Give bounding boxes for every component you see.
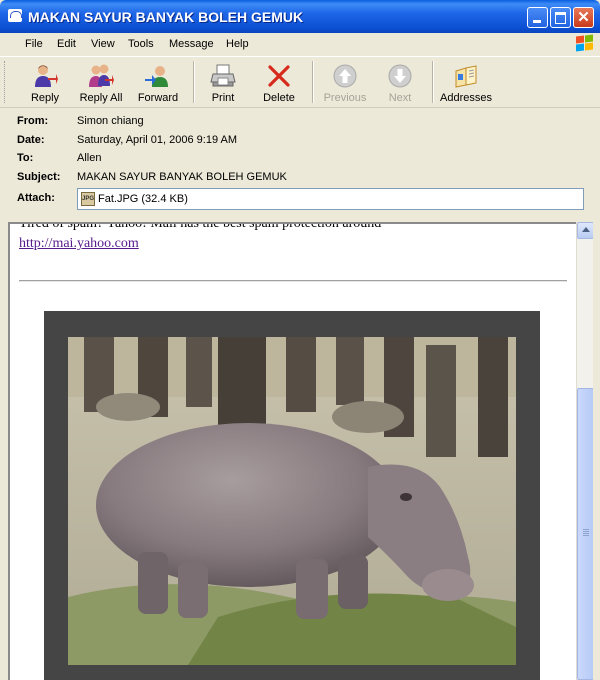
maximize-button[interactable] (550, 7, 571, 28)
addresses-button[interactable]: Addresses (438, 61, 494, 105)
menu-message[interactable]: Message (169, 38, 214, 50)
attachment-name: Fat.JPG (32.4 KB) (98, 193, 188, 205)
menu-view[interactable]: View (91, 38, 115, 50)
toolbar-separator (193, 61, 195, 103)
yahoo-link[interactable]: http://mai.yahoo.com (19, 236, 139, 252)
print-label: Print (211, 92, 235, 104)
up-arrow-icon (333, 64, 357, 88)
subject-label: Subject: (17, 171, 61, 183)
attachment-field: JPG Fat.JPG (32.4 KB) (77, 188, 584, 210)
close-button[interactable]: ✕ (573, 7, 594, 28)
delete-label: Delete (263, 92, 295, 104)
down-arrow-icon (388, 64, 412, 88)
forward-label: Forward (137, 92, 179, 104)
menu-edit[interactable]: Edit (57, 38, 76, 50)
reply-icon (35, 65, 58, 87)
printer-icon (210, 64, 236, 87)
menu-help[interactable]: Help (226, 38, 249, 50)
hippo-photo (68, 337, 516, 665)
forward-icon (145, 66, 168, 87)
previous-button[interactable]: Previous (321, 61, 369, 105)
window-border (593, 222, 600, 680)
address-book-icon (455, 65, 477, 88)
footer-text: Tired of spam? Yahoo! Mail has the best … (19, 222, 382, 231)
vertical-scrollbar[interactable] (576, 222, 594, 680)
delete-x-icon (268, 65, 290, 87)
reply-all-icon (89, 64, 114, 87)
toolbar-grip[interactable] (4, 61, 8, 103)
attach-label: Attach: (17, 192, 55, 204)
date-value: Saturday, April 01, 2006 9:19 AM (77, 134, 238, 146)
close-icon: ✕ (577, 9, 590, 26)
reply-label: Reply (30, 92, 60, 104)
windows-logo-icon (575, 34, 594, 53)
toolbar-separator (312, 61, 314, 103)
addresses-label: Addresses (440, 92, 492, 104)
menu-tools[interactable]: Tools (128, 38, 154, 50)
previous-label: Previous (323, 92, 367, 104)
minimize-button[interactable] (527, 7, 548, 28)
next-label: Next (388, 92, 412, 104)
menu-file[interactable]: File (25, 38, 43, 50)
from-label: From: (17, 115, 49, 127)
subject-value: MAKAN SAYUR BANYAK BOLEH GEMUK (77, 171, 287, 183)
toolbar: Reply Reply All Forward Print Delete Pre… (0, 57, 600, 108)
to-label: To: (17, 152, 34, 164)
to-value: Allen (77, 152, 102, 164)
mail-app-icon (8, 9, 22, 22)
scroll-up-button[interactable] (577, 222, 594, 239)
menu-bar: File Edit View Tools Message Help (0, 33, 600, 57)
forward-button[interactable]: Forward (134, 61, 182, 105)
next-button[interactable]: Next (380, 61, 420, 105)
from-value: Simon chiang (77, 115, 144, 127)
message-body: Tired of spam? Yahoo! Mail has the best … (8, 222, 600, 680)
image-frame (44, 311, 540, 680)
title-bar: MAKAN SAYUR BANYAK BOLEH GEMUK ✕ (0, 0, 600, 33)
reply-all-label: Reply All (79, 92, 123, 104)
delete-button[interactable]: Delete (256, 61, 302, 105)
scroll-grip-icon (583, 529, 589, 530)
date-label: Date: (17, 134, 45, 146)
reply-button[interactable]: Reply (22, 61, 68, 105)
scroll-thumb[interactable] (577, 388, 594, 680)
toolbar-separator (432, 61, 434, 103)
window-title: MAKAN SAYUR BANYAK BOLEH GEMUK (28, 9, 304, 25)
print-button[interactable]: Print (202, 61, 244, 105)
jpg-file-icon: JPG (81, 192, 95, 206)
horizontal-rule (19, 280, 567, 282)
reply-all-button[interactable]: Reply All (76, 61, 126, 105)
